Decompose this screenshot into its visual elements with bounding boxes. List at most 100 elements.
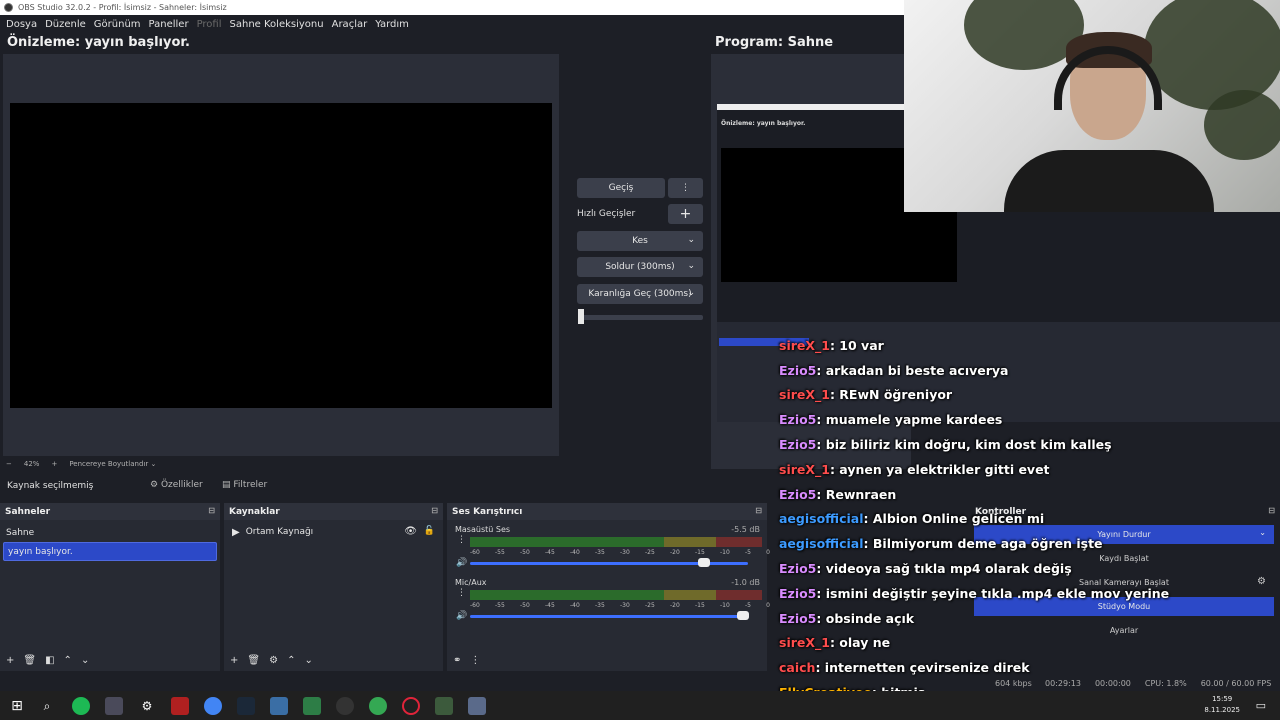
- app-icon[interactable]: [303, 697, 321, 715]
- menu-item-5[interactable]: Sahne Koleksiyonu: [226, 19, 328, 30]
- scene-filters-icon[interactable]: ◧: [45, 655, 54, 666]
- fade-to-black-button[interactable]: Karanlığa Geç (300ms) ⌄: [577, 284, 703, 304]
- spotify-icon[interactable]: [72, 697, 90, 715]
- chat-message: aegisofficial : Bilmiyorum deme aga öğre…: [779, 531, 1279, 556]
- meter-tick-label: -40: [570, 602, 580, 609]
- steam-icon[interactable]: [237, 697, 255, 715]
- chrome-icon[interactable]: [369, 697, 387, 715]
- volume-meter: [470, 537, 762, 547]
- sources-toolbar: + 🗑 ⚙ ⌃ ⌄: [224, 649, 443, 671]
- chat-text: : arkadan bi beste acıverya: [816, 362, 1009, 378]
- volume-slider-knob[interactable]: [698, 558, 710, 567]
- app-icon[interactable]: [336, 697, 354, 715]
- meter-tick-label: -5: [745, 549, 751, 556]
- menu-item-2[interactable]: Görünüm: [90, 19, 145, 30]
- remove-source-icon[interactable]: 🗑: [247, 655, 260, 666]
- menu-bar: Dosya Düzenle Görünüm Paneller Profil Sahne K…: [0, 15, 904, 33]
- meter-tick-label: -25: [645, 549, 655, 556]
- window-title: OBS Studio 32.0.2 - Profil: İsimsiz - Sa…: [18, 3, 227, 12]
- zoom-fit-select[interactable]: Pencereye Boyutlandır ⌄: [69, 460, 156, 468]
- chat-message: Ezio5 : obsinde açık: [779, 606, 1279, 631]
- menu-item-0[interactable]: Dosya: [2, 19, 41, 30]
- source-list: ▶ Ortam Kaynağı 👁 🔓: [224, 520, 443, 542]
- lock-icon[interactable]: 🔓: [424, 526, 435, 536]
- add-source-button[interactable]: +: [230, 655, 238, 666]
- t-bar-track[interactable]: [578, 315, 703, 320]
- fade-transition-button[interactable]: Soldur (300ms) ⌄: [577, 257, 703, 277]
- t-bar-handle[interactable]: [578, 309, 584, 324]
- opera-icon[interactable]: [402, 697, 420, 715]
- clock-date: 8.11.2025: [1204, 706, 1240, 714]
- chat-username: Ezio5: [779, 486, 817, 502]
- chat-username: sireX_1: [779, 635, 830, 651]
- meter-tick-label: -10: [720, 602, 730, 609]
- volume-slider[interactable]: [470, 615, 748, 618]
- add-scene-button[interactable]: +: [6, 655, 14, 666]
- source-item[interactable]: ▶ Ortam Kaynağı 👁 🔓: [224, 522, 443, 542]
- dock-float-icon[interactable]: ⊟: [431, 506, 438, 515]
- obs-icon[interactable]: [105, 697, 123, 715]
- menu-item-1[interactable]: Düzenle: [41, 19, 90, 30]
- move-up-icon[interactable]: ⌃: [64, 655, 72, 666]
- volume-slider-knob[interactable]: [737, 611, 749, 620]
- meter-tick-label: -50: [520, 549, 530, 556]
- chat-username: sireX_1: [779, 387, 830, 403]
- chrome-icon[interactable]: [204, 697, 222, 715]
- transition-menu-button[interactable]: ⋮: [668, 178, 703, 198]
- properties-button[interactable]: ⚙ Özellikler: [150, 480, 203, 490]
- zoom-out-button[interactable]: −: [6, 460, 12, 468]
- zoom-in-button[interactable]: +: [51, 460, 57, 468]
- taskbar-clock[interactable]: 15:59 8.11.2025: [1204, 694, 1240, 716]
- move-down-icon[interactable]: ⌄: [304, 655, 312, 666]
- mixer-menu-icon[interactable]: ⋮: [470, 655, 480, 666]
- menu-item-3[interactable]: Paneller: [145, 19, 193, 30]
- meter-tick-label: -10: [720, 549, 730, 556]
- chat-username: Ezio5: [779, 362, 817, 378]
- chat-username: Ezio5: [779, 561, 817, 577]
- eye-icon[interactable]: 👁: [404, 526, 417, 537]
- mixer-title: Ses Karıştırıcı: [452, 506, 523, 517]
- chat-text: : 10 var: [829, 337, 884, 353]
- meter-tick-label: -50: [520, 602, 530, 609]
- remove-scene-icon[interactable]: 🗑: [23, 655, 36, 666]
- chat-username: Ezio5: [779, 437, 817, 453]
- meter-tick-label: -40: [570, 549, 580, 556]
- dock-float-icon[interactable]: ⊟: [755, 506, 762, 515]
- menu-item-6[interactable]: Araçlar: [328, 19, 372, 30]
- source-context-bar: Kaynak seçilmemiş ⚙ Özellikler ▤ Filtrel…: [0, 473, 775, 499]
- transition-button[interactable]: Geçiş: [577, 178, 665, 198]
- scene-item[interactable]: Sahne: [0, 523, 220, 542]
- play-icon[interactable]: ▶: [232, 527, 240, 538]
- channel-name: Mic/Aux: [455, 578, 487, 587]
- cut-transition-button[interactable]: Kes ⌄: [577, 231, 703, 251]
- search-icon[interactable]: ⌕: [38, 697, 56, 715]
- channel-menu-icon[interactable]: ⋮: [457, 588, 466, 598]
- source-properties-icon[interactable]: ⚙: [269, 655, 278, 666]
- filters-button[interactable]: ▤ Filtreler: [222, 480, 267, 490]
- app-icon[interactable]: [435, 697, 453, 715]
- menu-item-4[interactable]: Profil: [193, 19, 226, 30]
- speaker-icon[interactable]: 🔊: [456, 611, 467, 621]
- advanced-audio-icon[interactable]: ⚭: [453, 655, 461, 666]
- dock-float-icon[interactable]: ⊟: [208, 506, 215, 515]
- menu-item-7[interactable]: Yardım: [371, 19, 413, 30]
- meter-tick-label: -15: [695, 602, 705, 609]
- speaker-icon[interactable]: 🔊: [456, 558, 467, 568]
- meter-tick-label: 0: [766, 602, 770, 609]
- move-up-icon[interactable]: ⌃: [287, 655, 295, 666]
- meter-tick-label: -20: [670, 549, 680, 556]
- voicemeeter-icon[interactable]: [171, 697, 189, 715]
- windows-start-icon[interactable]: ⊞: [8, 697, 26, 715]
- app-icon[interactable]: [270, 697, 288, 715]
- notification-icon[interactable]: ▭: [1256, 699, 1266, 712]
- move-down-icon[interactable]: ⌄: [81, 655, 89, 666]
- preview-canvas[interactable]: [10, 103, 552, 408]
- settings-gear-icon[interactable]: ⚙: [138, 697, 156, 715]
- chat-text: : Bilmiyorum deme aga öğren işte: [863, 536, 1103, 552]
- channel-menu-icon[interactable]: ⋮: [457, 535, 466, 545]
- add-quick-transition-button[interactable]: +: [668, 204, 703, 224]
- app-icon[interactable]: [468, 697, 486, 715]
- scene-item[interactable]: yayın başlıyor.: [3, 542, 217, 561]
- person-body: [1004, 150, 1214, 212]
- meter-tick-label: -60: [470, 602, 480, 609]
